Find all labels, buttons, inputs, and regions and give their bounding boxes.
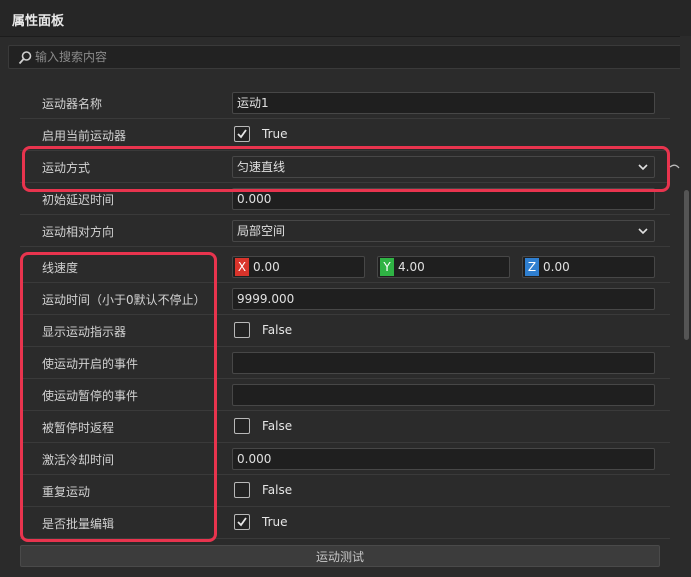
row-pause-event: 使运动暂停的事件 — [20, 379, 670, 411]
row-batch-edit: 是否批量编辑 True — [20, 507, 670, 539]
relative-direction-dropdown[interactable]: 局部空间 — [232, 220, 655, 242]
batch-edit-checkbox[interactable] — [234, 514, 250, 530]
batch-edit-label: 是否批量编辑 — [42, 517, 115, 531]
cooldown-label: 激活冷却时间 — [42, 453, 115, 467]
row-motion-name: 运动器名称 运动1 — [20, 87, 670, 119]
return-on-pause-label: 被暂停时返程 — [42, 421, 115, 435]
row-relative-direction: 运动相对方向 局部空间 — [20, 215, 670, 247]
initial-delay-label: 初始延迟时间 — [42, 193, 115, 207]
row-repeat-motion: 重复运动 False — [20, 475, 670, 507]
repeat-motion-label: 重复运动 — [42, 485, 91, 499]
search-icon — [18, 51, 32, 65]
start-event-input[interactable] — [232, 352, 655, 374]
motion-mode-value: 匀速直线 — [237, 160, 286, 174]
search-input[interactable] — [35, 48, 675, 66]
check-icon — [237, 517, 247, 527]
speed-z-field[interactable]: 0.00 Z — [522, 256, 655, 278]
motion-duration-label: 运动时间（小于0默认不停止） — [42, 293, 206, 307]
repeat-motion-value: False — [262, 483, 293, 497]
z-axis-tag: Z — [525, 258, 539, 276]
row-linear-speed: 线速度 0.00 X 4.00 Y 0.00 Z — [20, 251, 670, 283]
pause-event-input[interactable] — [232, 384, 655, 406]
chevron-down-icon — [638, 164, 648, 171]
repeat-motion-checkbox[interactable] — [234, 482, 250, 498]
row-enable-motion: 启用当前运动器 True — [20, 119, 670, 151]
motion-name-input[interactable]: 运动1 — [232, 92, 655, 114]
pause-event-label: 使运动暂停的事件 — [42, 389, 139, 403]
motion-duration-input[interactable]: 9999.000 — [232, 288, 655, 310]
y-axis-tag: Y — [380, 258, 394, 276]
motion-name-label: 运动器名称 — [42, 97, 103, 111]
motion-test-button[interactable]: 运动测试 — [20, 545, 660, 567]
row-return-on-pause: 被暂停时返程 False — [20, 411, 670, 443]
enable-motion-checkbox[interactable] — [234, 126, 250, 142]
x-axis-tag: X — [235, 258, 249, 276]
row-show-indicator: 显示运动指示器 False — [20, 315, 670, 347]
speed-z-value[interactable]: 0.00 — [522, 256, 655, 278]
row-initial-delay: 初始延迟时间 0.000 — [20, 183, 670, 215]
speed-y-field[interactable]: 4.00 Y — [377, 256, 510, 278]
return-on-pause-value: False — [262, 419, 293, 433]
show-indicator-checkbox[interactable] — [234, 322, 250, 338]
show-indicator-value: False — [262, 323, 293, 337]
search-bar[interactable] — [8, 45, 684, 69]
panel-header: 属性面板 — [0, 0, 691, 37]
relative-direction-label: 运动相对方向 — [42, 225, 115, 239]
check-icon — [237, 129, 247, 139]
enable-motion-value: True — [262, 127, 288, 141]
row-cooldown: 激活冷却时间 0.000 — [20, 443, 670, 475]
show-indicator-label: 显示运动指示器 — [42, 325, 127, 339]
enable-motion-label: 启用当前运动器 — [42, 129, 127, 143]
speed-x-field[interactable]: 0.00 X — [232, 256, 365, 278]
start-event-label: 使运动开启的事件 — [42, 357, 139, 371]
linear-speed-label: 线速度 — [42, 261, 79, 275]
row-motion-mode: 运动方式 匀速直线 — [20, 151, 670, 183]
chevron-down-icon — [638, 228, 648, 235]
motion-mode-dropdown[interactable]: 匀速直线 — [232, 156, 655, 178]
panel-title: 属性面板 — [12, 14, 65, 29]
initial-delay-input[interactable]: 0.000 — [232, 188, 655, 210]
batch-edit-value: True — [262, 515, 288, 529]
relative-direction-value: 局部空间 — [237, 224, 286, 238]
speed-x-value[interactable]: 0.00 — [232, 256, 365, 278]
row-start-event: 使运动开启的事件 — [20, 347, 670, 379]
scrollbar-thumb[interactable] — [684, 190, 689, 340]
return-on-pause-checkbox[interactable] — [234, 418, 250, 434]
row-motion-duration: 运动时间（小于0默认不停止） 9999.000 — [20, 283, 670, 315]
speed-y-value[interactable]: 4.00 — [377, 256, 510, 278]
cooldown-input[interactable]: 0.000 — [232, 448, 655, 470]
motion-mode-label: 运动方式 — [42, 161, 91, 175]
